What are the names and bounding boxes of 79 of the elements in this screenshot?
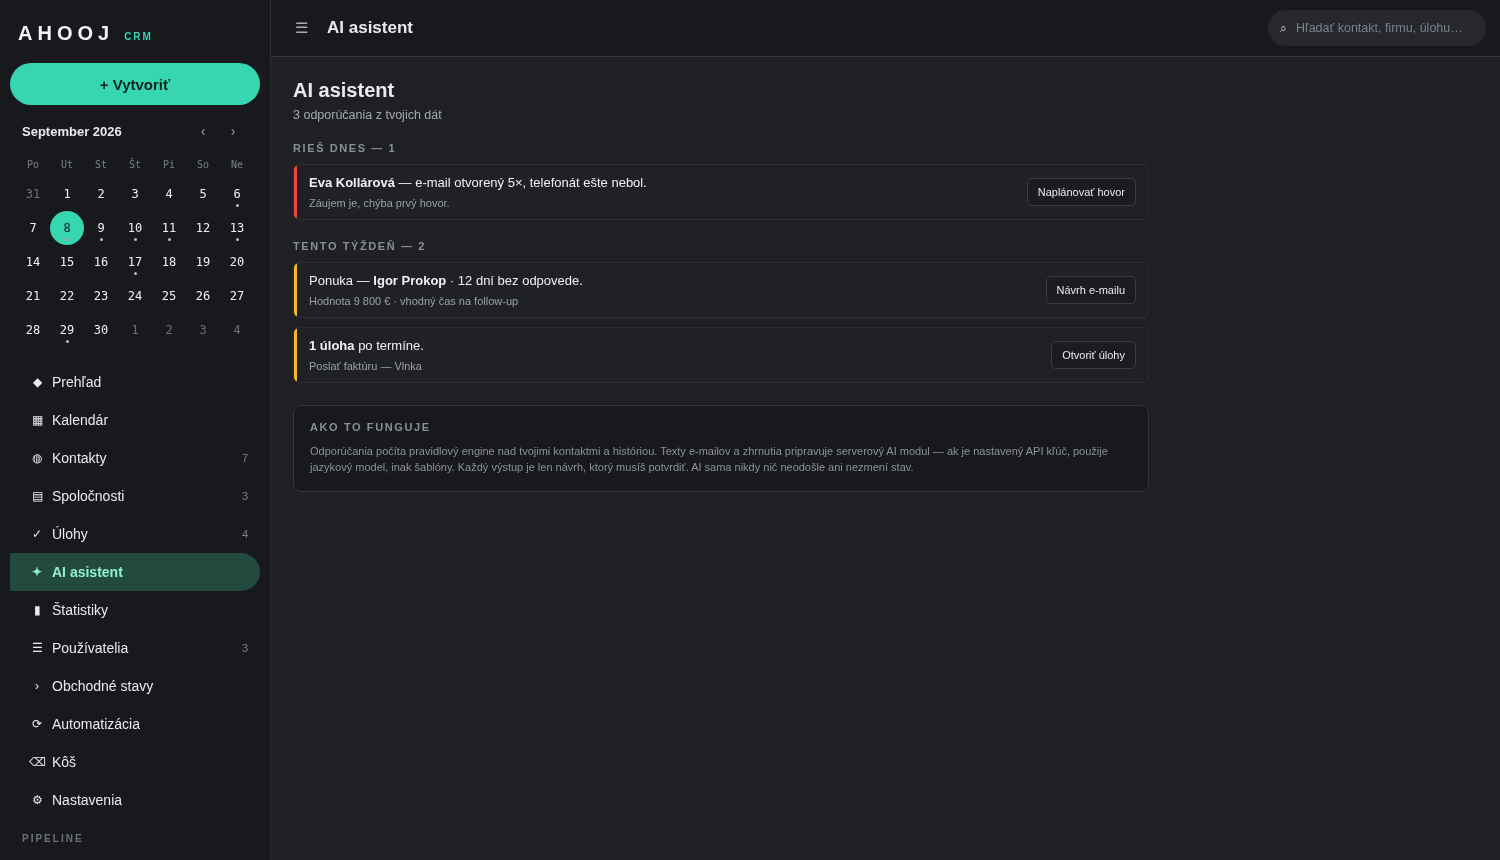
calendar-day[interactable]: 1 xyxy=(50,177,84,211)
weekday-label: So xyxy=(195,158,210,172)
sidebar-item[interactable]: ⟳ Automatizácia xyxy=(10,705,260,743)
recommendation-detail: Poslať faktúru — Vlnka xyxy=(309,360,423,372)
calendar-day[interactable]: 16 xyxy=(84,245,118,279)
brand-tag: CRM xyxy=(124,31,153,42)
search-icon: ⌕ xyxy=(1280,21,1287,35)
page-title: AI asistent xyxy=(293,79,396,102)
calendar-day[interactable]: 18 xyxy=(152,245,186,279)
calendar-day[interactable]: 17 xyxy=(118,245,152,279)
calendar-month: September 2026 xyxy=(22,123,123,139)
weekday-label: Ut xyxy=(59,158,74,172)
calendar-day[interactable]: 31 xyxy=(16,177,50,211)
calendar-day[interactable]: 3 xyxy=(118,177,152,211)
calendar-day[interactable]: 15 xyxy=(50,245,84,279)
page-subtitle: 3 odporúčania z tvojich dát xyxy=(293,108,443,122)
header-title: AI asistent xyxy=(327,18,414,38)
calendar-day[interactable]: 26 xyxy=(186,279,220,313)
sidebar-section-label: PIPELINE xyxy=(21,832,85,844)
calendar-day[interactable]: 13 xyxy=(220,211,254,245)
calendar-day[interactable]: 10 xyxy=(118,211,152,245)
weekday-label: Ne xyxy=(229,158,244,172)
calendar-day[interactable]: 6 xyxy=(220,177,254,211)
sidebar-item[interactable]: ☰ Používatelia 3 xyxy=(10,629,260,667)
calendar-day[interactable]: 20 xyxy=(220,245,254,279)
calendar-day[interactable]: 24 xyxy=(118,279,152,313)
calendar-day[interactable]: 1 xyxy=(118,313,152,347)
info-text: Odporúčania počíta pravidlový engine nad tvojimi kontaktmi a históriou. Texty e-mailov a zhrnutia pripravuje serverový AI modul — ak je nastavený API kľúč, použije jazykový model, inak šablóny. Každý výstup je len návrh, ktorý musíš potvrdiť. AI sama nikdy nič neodošle ani nezmení stav. xyxy=(310,444,1109,475)
calendar-day[interactable]: 29 xyxy=(50,313,84,347)
create-button[interactable]: + Vytvoriť xyxy=(10,63,260,105)
calendar-day[interactable]: 27 xyxy=(220,279,254,313)
calendar-day[interactable]: 21 xyxy=(16,279,50,313)
action-button[interactable]: Naplánovať hovor xyxy=(1026,178,1136,206)
calendar-day[interactable]: 12 xyxy=(186,211,220,245)
group-heading: RIEŠ DNES — 1 xyxy=(293,142,398,154)
recommendation-text: Eva Kollárová — e-mail otvorený 5×, telefonát ešte nebol. xyxy=(309,175,648,190)
calendar-day[interactable]: 2 xyxy=(84,177,118,211)
calendar-day[interactable]: 4 xyxy=(152,177,186,211)
recommendation-text: Ponuka — Igor Prokop · 12 dní bez odpovede. xyxy=(309,273,584,288)
previous-month-button[interactable]: ‹ xyxy=(188,123,218,139)
sidebar-item[interactable]: ▤ Spoločnosti 3 xyxy=(10,477,260,515)
action-button[interactable]: Otvoriť úlohy xyxy=(1051,341,1136,369)
calendar-day[interactable]: 7 xyxy=(16,211,50,245)
calendar-day[interactable]: 3 xyxy=(186,313,220,347)
recommendation-detail: Hodnota 9 800 € · vhodný čas na follow-up xyxy=(309,295,520,307)
sidebar-item[interactable]: ⌫ Kôš xyxy=(10,743,260,781)
sidebar-item[interactable]: ✓ Úlohy 4 xyxy=(10,515,260,553)
sidebar-item[interactable]: ✦ AI asistent xyxy=(10,553,260,591)
calendar-day[interactable]: 14 xyxy=(16,245,50,279)
calendar-day[interactable]: 23 xyxy=(84,279,118,313)
info-title: AKO TO FUNGUJE xyxy=(310,421,432,433)
next-month-button[interactable]: › xyxy=(218,123,248,139)
calendar-day[interactable]: 19 xyxy=(186,245,220,279)
calendar-day[interactable]: 25 xyxy=(152,279,186,313)
sidebar-item[interactable]: ◆ Prehľad xyxy=(10,363,260,401)
calendar-day[interactable]: 30 xyxy=(84,313,118,347)
calendar-day[interactable]: 9 xyxy=(84,211,118,245)
calendar-day[interactable]: 11 xyxy=(152,211,186,245)
group-heading: TENTO TÝŽDEŇ — 2 xyxy=(293,240,427,252)
weekday-label: Pi xyxy=(161,158,176,172)
calendar-day[interactable]: 22 xyxy=(50,279,84,313)
menu-button[interactable]: ☰ xyxy=(291,19,311,37)
weekday-label: Po xyxy=(25,158,40,172)
weekday-label: Št xyxy=(127,157,142,172)
brand-name: AHOOJ xyxy=(18,22,115,45)
sidebar-item[interactable]: › Obchodné stavy xyxy=(10,667,260,705)
sidebar-item[interactable]: ▦ Kalendár xyxy=(10,401,260,439)
recommendation-text: 1 úloha po termíne. xyxy=(309,338,425,353)
weekday-label: St xyxy=(93,158,108,172)
sidebar-item[interactable]: ▮ Štatistiky xyxy=(10,591,260,629)
calendar-day[interactable]: 8 xyxy=(50,211,84,245)
action-button[interactable]: Návrh e-mailu xyxy=(1045,276,1136,304)
sidebar-item[interactable]: ⚙ Nastavenia xyxy=(10,781,260,819)
calendar-day[interactable]: 5 xyxy=(186,177,220,211)
sidebar-item[interactable]: ◍ Kontakty 7 xyxy=(10,439,260,477)
calendar-day[interactable]: 2 xyxy=(152,313,186,347)
calendar-day[interactable]: 4 xyxy=(220,313,254,347)
calendar-day[interactable]: 28 xyxy=(16,313,50,347)
recommendation-detail: Záujem je, chýba prvý hovor. xyxy=(309,197,451,209)
